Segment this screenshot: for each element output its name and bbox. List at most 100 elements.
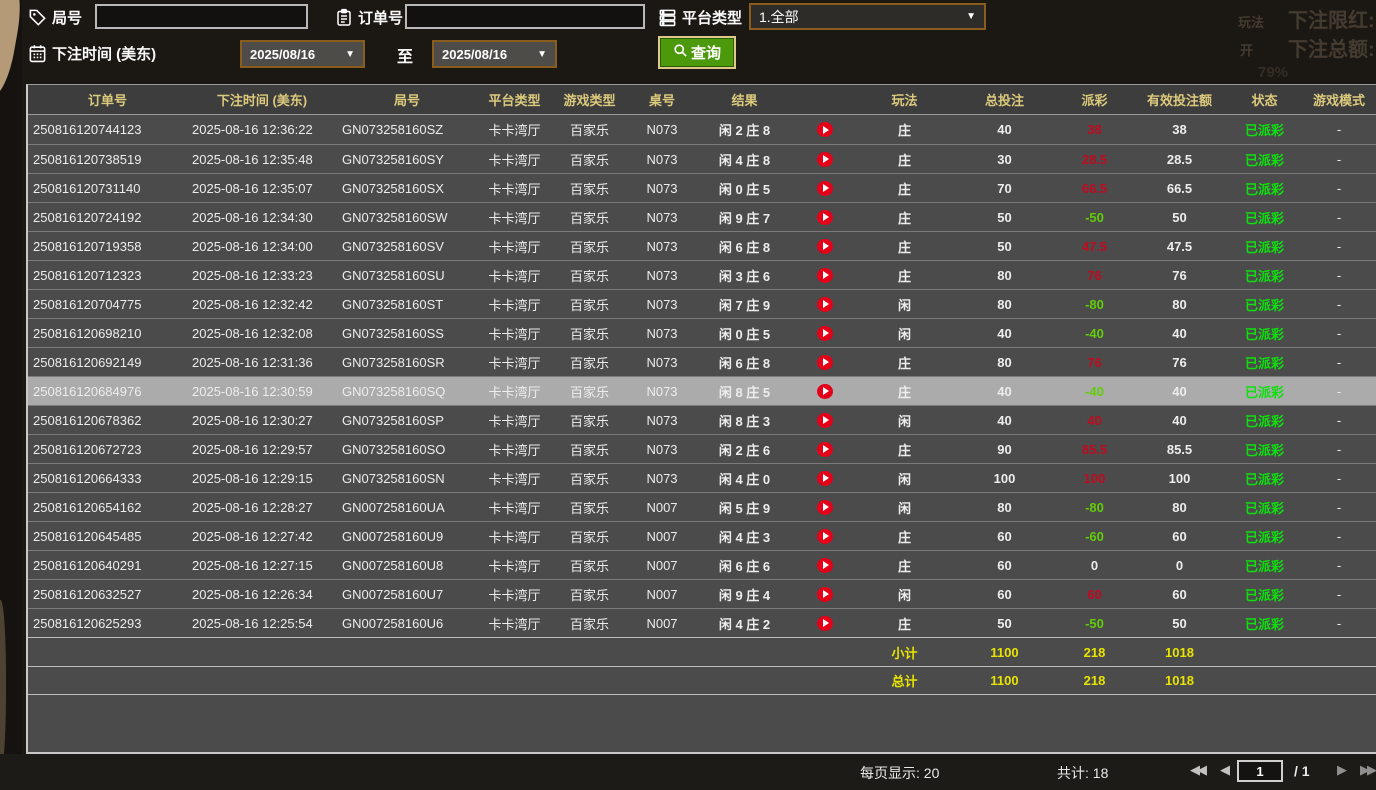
cell-play-method: 庄 (897, 152, 911, 168)
order-number-label: 订单号 (358, 10, 404, 27)
last-page-button[interactable]: ▶▶ (1360, 762, 1376, 778)
cell-bet-time: 2025-08-16 12:26:34 (192, 586, 313, 602)
cell-game-mode: - (1336, 296, 1342, 312)
cell-play-method: 闲 (897, 471, 911, 487)
table-row[interactable]: 250816120684976 2025-08-16 12:30:59 GN07… (28, 376, 1376, 405)
replay-play-button[interactable] (816, 296, 833, 312)
query-button[interactable]: 查询 (658, 36, 736, 69)
cell-round-number: GN073258160SY (342, 151, 444, 167)
table-row[interactable]: 250816120632527 2025-08-16 12:26:34 GN00… (28, 579, 1376, 608)
table-row[interactable]: 250816120654162 2025-08-16 12:28:27 GN00… (28, 492, 1376, 521)
cell-game-type: 百家乐 (569, 268, 609, 284)
platform-type-select[interactable]: 1.全部 ▼ (749, 3, 986, 30)
cell-order-number: 250816120698210 (33, 325, 142, 341)
cell-game-mode: - (1336, 180, 1342, 196)
table-row[interactable]: 250816120625293 2025-08-16 12:25:54 GN00… (28, 608, 1376, 637)
replay-play-button[interactable] (816, 354, 833, 370)
header-bet-time: 下注时间 (美东) (216, 93, 308, 108)
replay-play-button[interactable] (816, 180, 833, 196)
cell-platform-type: 卡卡湾厅 (488, 355, 541, 371)
table-row[interactable]: 250816120698210 2025-08-16 12:32:08 GN07… (28, 318, 1376, 347)
date-from-select[interactable]: 2025/08/16 ▼ (240, 40, 365, 68)
page-number-input[interactable] (1237, 760, 1283, 782)
table-row[interactable]: 250816120724192 2025-08-16 12:34:30 GN07… (28, 202, 1376, 231)
table-row[interactable]: 250816120744123 2025-08-16 12:36:22 GN07… (28, 115, 1376, 144)
replay-play-button[interactable] (816, 499, 833, 515)
cell-play-method: 庄 (897, 210, 911, 226)
table-row[interactable]: 250816120704775 2025-08-16 12:32:42 GN07… (28, 289, 1376, 318)
total-count-label: 共计: 18 (1057, 765, 1109, 781)
cell-play-method: 闲 (897, 587, 911, 603)
table-row[interactable]: 250816120738519 2025-08-16 12:35:48 GN07… (28, 144, 1376, 173)
cell-status: 已派彩 (1244, 326, 1284, 342)
replay-play-button[interactable] (816, 325, 833, 341)
table-row[interactable]: 250816120712323 2025-08-16 12:33:23 GN07… (28, 260, 1376, 289)
cell-status: 已派彩 (1244, 529, 1284, 545)
cell-result: 闲 3 庄 6 (718, 268, 771, 284)
table-row[interactable]: 250816120664333 2025-08-16 12:29:15 GN07… (28, 463, 1376, 492)
cell-game-mode: - (1336, 615, 1342, 631)
replay-play-button[interactable] (816, 267, 833, 283)
cell-play-method: 庄 (897, 616, 911, 632)
cell-game-type: 百家乐 (569, 123, 609, 138)
table-row[interactable]: 250816120719358 2025-08-16 12:34:00 GN07… (28, 231, 1376, 260)
cell-result: 闲 9 庄 7 (718, 210, 771, 226)
cell-status: 已派彩 (1244, 239, 1284, 255)
date-to-select[interactable]: 2025/08/16 ▼ (432, 40, 557, 68)
table-row[interactable]: 250816120645485 2025-08-16 12:27:42 GN00… (28, 521, 1376, 550)
cell-platform-type: 卡卡湾厅 (488, 152, 541, 168)
cell-total-bet: 40 (997, 122, 1012, 137)
cell-valid-bet: 100 (1168, 470, 1191, 486)
cell-table-number: N007 (646, 499, 678, 515)
cell-table-number: N073 (646, 267, 678, 283)
replay-play-button[interactable] (816, 470, 833, 486)
cell-bet-time: 2025-08-16 12:34:00 (192, 238, 313, 254)
cell-valid-bet: 40 (1172, 412, 1187, 428)
replay-play-button[interactable] (816, 412, 833, 428)
cell-status: 已派彩 (1244, 384, 1284, 400)
replay-play-button[interactable] (816, 615, 833, 631)
header-order-number: 订单号 (87, 93, 127, 108)
cell-table-number: N073 (646, 296, 678, 312)
next-page-button[interactable]: ▶ (1337, 762, 1347, 778)
cell-game-type: 百家乐 (569, 152, 609, 168)
grand-total-valid-bet: 1018 (1165, 673, 1194, 688)
replay-play-button[interactable] (816, 151, 833, 167)
table-row[interactable]: 250816120731140 2025-08-16 12:35:07 GN07… (28, 173, 1376, 202)
replay-play-button[interactable] (816, 122, 833, 137)
replay-play-button[interactable] (816, 441, 833, 457)
table-row[interactable]: 250816120640291 2025-08-16 12:27:15 GN00… (28, 550, 1376, 579)
bet-time-label: 下注时间 (美东) (52, 46, 157, 63)
cell-table-number: N073 (646, 470, 678, 486)
cell-game-mode: - (1336, 441, 1342, 457)
order-number-input[interactable] (405, 4, 645, 29)
table-row[interactable]: 250816120692149 2025-08-16 12:31:36 GN07… (28, 347, 1376, 376)
cell-game-mode: - (1336, 238, 1342, 254)
cell-order-number: 250816120645485 (33, 528, 142, 544)
replay-play-button[interactable] (816, 238, 833, 254)
prev-page-button[interactable]: ◀ (1220, 762, 1230, 778)
cell-total-bet: 90 (997, 441, 1012, 457)
cell-table-number: N073 (646, 151, 678, 167)
cell-game-type: 百家乐 (569, 355, 609, 371)
round-number-input[interactable] (95, 4, 308, 29)
cell-game-type: 百家乐 (569, 500, 609, 516)
cell-order-number: 250816120625293 (33, 615, 142, 631)
cell-platform-type: 卡卡湾厅 (488, 297, 541, 313)
platform-type-label: 平台类型 (682, 10, 743, 27)
replay-play-button[interactable] (816, 586, 833, 602)
to-label: 至 (397, 49, 414, 66)
replay-play-button[interactable] (816, 383, 833, 399)
grand-total-payout: 218 (1083, 673, 1106, 688)
replay-play-button[interactable] (816, 557, 833, 573)
cell-total-bet: 80 (997, 499, 1012, 515)
table-row[interactable]: 250816120672723 2025-08-16 12:29:57 GN07… (28, 434, 1376, 463)
cell-bet-time: 2025-08-16 12:27:15 (192, 557, 313, 573)
cell-game-mode: - (1336, 499, 1342, 515)
replay-play-button[interactable] (816, 528, 833, 544)
table-row[interactable]: 250816120678362 2025-08-16 12:30:27 GN07… (28, 405, 1376, 434)
first-page-button[interactable]: ◀◀ (1190, 762, 1207, 778)
cell-status: 已派彩 (1244, 152, 1284, 168)
replay-play-button[interactable] (816, 209, 833, 225)
cell-valid-bet: 85.5 (1166, 441, 1193, 457)
